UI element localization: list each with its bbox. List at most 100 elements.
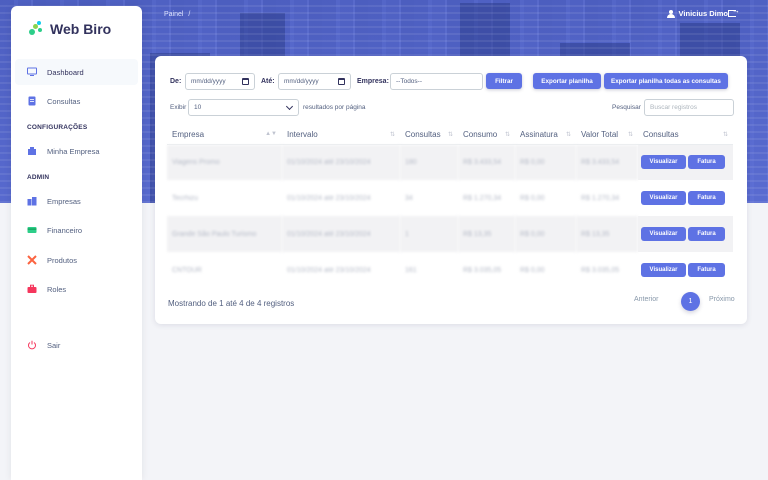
date-to-input[interactable]: mm/dd/yyyy [278,73,351,90]
cell-actions: Visualizar Fatura [638,144,733,180]
fatura-button[interactable]: Fatura [688,191,725,205]
column-header-label: Consultas [405,130,441,140]
buildings-icon [27,196,37,206]
sort-icon: ⇅ [389,132,395,138]
filtrar-button[interactable]: Filtrar [486,73,522,89]
sidebar-item-empresas[interactable]: Empresas [15,188,138,214]
column-header-valor-total[interactable]: Valor Total ⇅ [576,126,638,145]
user-name: Vinicius Dimo [678,9,728,18]
date-to-value: mm/dd/yyyy [284,78,319,85]
column-header-consultas[interactable]: Consultas ⇅ [400,126,458,145]
pagination-info: Mostrando de 1 até 4 de 4 registros [168,299,295,308]
visualizar-button[interactable]: Visualizar [641,191,686,205]
column-header-empresa[interactable]: Empresa ▲▼ [167,126,282,145]
cell-consultas: 1 [400,216,458,252]
empresa-select-value: --Todos-- [396,78,423,85]
cell-assinatura: R$ 0,00 [520,194,545,202]
cell-consumo: R$ 1.270,34 [463,194,502,202]
search-input[interactable]: Buscar registros [644,99,734,116]
pagination-page-1[interactable]: 1 [681,292,700,311]
cell-valor-total: R$ 13,35 [576,216,638,252]
consumption-table: Empresa ▲▼ Intervalo ⇅ Consultas ⇅ Consumo ⇅… [167,126,733,288]
column-header-intervalo[interactable]: Intervalo ⇅ [282,126,400,145]
sidebar: Web Biro Dashboard Consultas CONFIGURAÇÕ… [11,6,142,480]
label-de: De: [170,78,182,85]
page-size-value: 10 [194,104,202,111]
chevron-down-icon [285,102,294,111]
cell-intervalo: 01/10/2024 até 23/10/2024 [282,216,400,252]
calendar-icon[interactable] [242,78,249,85]
label-exibir: Exibir [170,104,187,111]
brand-name: Web Biro [50,21,112,37]
sidebar-item-label: Sair [47,340,61,350]
user-menu[interactable]: Vinicius Dimo [666,9,728,18]
visualizar-button[interactable]: Visualizar [641,263,686,277]
search-placeholder: Buscar registros [650,104,697,111]
label-ate: Até: [261,78,275,85]
column-header-label: Assinatura [520,130,558,140]
breadcrumb: Painel / [164,11,190,18]
exportar-todas-button[interactable]: Exportar planilha todas as consultas [604,73,728,89]
sidebar-item-label: Roles [47,284,67,294]
cell-consultas: 161 [405,266,417,274]
date-from-input[interactable]: mm/dd/yyyy [185,73,255,90]
sidebar-item-label: Empresas [47,196,81,206]
sidebar-item-financeiro[interactable]: Financeiro [15,217,138,243]
pagination-previous[interactable]: Anterior [634,296,659,303]
fatura-button[interactable]: Fatura [688,263,725,277]
column-header-label: Empresa [172,130,205,140]
cell-assinatura: R$ 0,00 [515,216,576,252]
sidebar-item-produtos[interactable]: Produtos [15,247,138,273]
sidebar-item-minha-empresa[interactable]: Minha Empresa [15,138,138,164]
power-icon [27,340,37,350]
sidebar-item-sair[interactable]: Sair [15,332,138,358]
column-header-consumo[interactable]: Consumo ⇅ [458,126,515,145]
sort-icon: ⇅ [504,132,510,138]
credit-card-icon [27,225,37,235]
cell-empresa: Viagens Promo [167,144,282,180]
empresa-select[interactable]: --Todos-- [390,73,483,90]
sidebar-item-label: Dashboard [47,67,84,77]
section-heading-configuracoes: CONFIGURAÇÕES [27,124,88,131]
sidebar-item-dashboard[interactable]: Dashboard [15,59,138,85]
document-icon [27,96,37,106]
label-pesquisar: Pesquisar [612,104,641,111]
table-row: Viagens Promo 01/10/2024 até 23/10/2024 … [167,144,733,180]
cell-consumo: R$ 3.433,54 [458,144,515,180]
page-size-select[interactable]: 10 [188,99,299,116]
sort-icon: ⇅ [722,132,728,138]
exportar-planilha-button[interactable]: Exportar planilha [533,73,601,89]
table-header-row: Empresa ▲▼ Intervalo ⇅ Consultas ⇅ Consumo ⇅… [167,126,733,145]
cell-intervalo: 01/10/2024 até 23/10/2024 [287,266,371,274]
cell-consumo: R$ 13,35 [458,216,515,252]
cell-consultas: 180 [400,144,458,180]
column-header-label: Consultas [643,130,679,140]
sort-icon: ▲▼ [265,131,277,137]
pagination-next[interactable]: Próximo [709,296,735,303]
tools-icon [27,255,37,265]
column-header-acoes[interactable]: Consultas ⇅ [638,126,733,145]
cell-assinatura: R$ 0,00 [520,266,545,274]
sidebar-item-roles[interactable]: Roles [15,276,138,302]
calendar-icon[interactable] [338,78,345,85]
sidebar-item-consultas[interactable]: Consultas [15,88,138,114]
column-header-assinatura[interactable]: Assinatura ⇅ [515,126,576,145]
cell-actions: Visualizar Fatura [638,216,733,252]
cell-consultas: 34 [405,194,413,202]
visualizar-button[interactable]: Visualizar [641,227,686,241]
sidebar-item-label: Consultas [47,96,81,106]
cell-empresa: Tecrhizu [172,194,199,202]
sidebar-item-label: Produtos [47,255,78,265]
brand[interactable]: Web Biro [28,21,111,37]
fatura-button[interactable]: Fatura [688,227,725,241]
section-heading-admin: ADMIN [27,174,50,181]
visualizar-button[interactable]: Visualizar [641,155,686,170]
column-header-label: Consumo [463,130,498,140]
breadcrumb-painel[interactable]: Painel [164,11,183,18]
cell-empresa: CNTOUR [172,266,202,274]
column-header-label: Valor Total [581,130,619,140]
label-empresa: Empresa: [357,78,389,85]
logout-icon[interactable] [728,6,740,17]
cell-empresa: Grande São Paulo Turismo [167,216,282,252]
fatura-button[interactable]: Fatura [688,155,725,170]
